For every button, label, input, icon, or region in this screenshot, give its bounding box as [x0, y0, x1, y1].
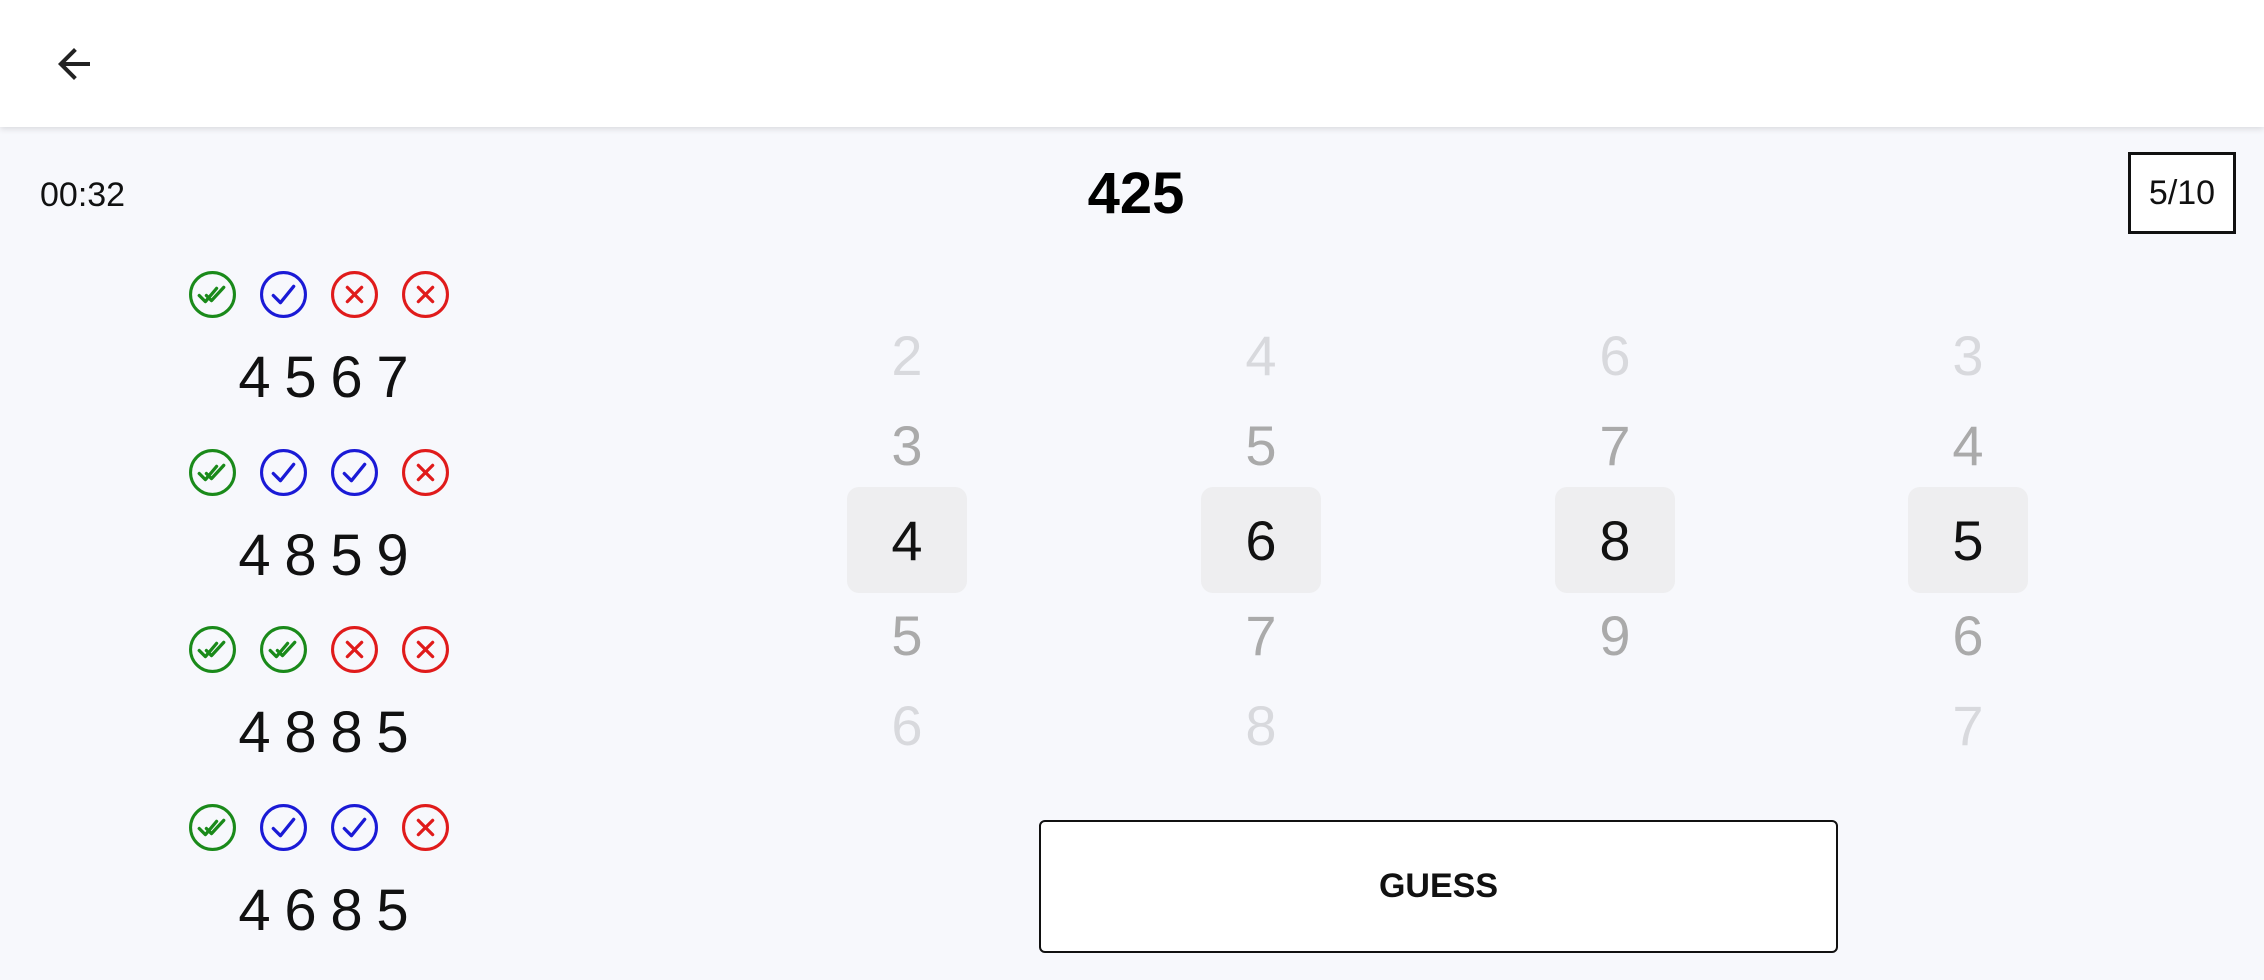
picker-option[interactable]: 7: [1908, 680, 2028, 770]
double-check-icon: [188, 448, 237, 497]
cross-icon: [401, 803, 450, 852]
picker-option[interactable]: 2: [847, 310, 967, 400]
guess-digit: 5: [370, 701, 416, 765]
double-check-icon: [259, 625, 308, 674]
guess-digit: 6: [278, 879, 324, 943]
history-entry: 4859: [182, 448, 482, 626]
guess-digit: 4: [232, 701, 278, 765]
cross-icon: [401, 625, 450, 674]
digit-picker-4[interactable]: 3 4 5 6 7: [1908, 310, 2028, 770]
feedback-icons: [188, 270, 482, 320]
cross-icon: [330, 270, 379, 319]
feedback-icons: [188, 803, 482, 853]
cross-icon: [401, 448, 450, 497]
digit-picker-2[interactable]: 4 5 6 7 8: [1201, 310, 1321, 770]
guess-history: 4567 4859 4885 4685: [182, 270, 482, 980]
guess-digits: 4567: [232, 346, 482, 410]
picker-option[interactable]: 5: [1201, 400, 1321, 490]
check-icon: [259, 270, 308, 319]
guess-digit: 4: [232, 346, 278, 410]
guess-digit: 8: [278, 524, 324, 588]
digit-picker-1[interactable]: 2 3 4 5 6: [847, 310, 967, 770]
guess-digits: 4685: [232, 879, 482, 943]
picker-selected[interactable]: 4: [847, 487, 967, 593]
double-check-icon: [188, 625, 237, 674]
guess-digit: 5: [324, 524, 370, 588]
guess-digit: 8: [324, 701, 370, 765]
picker-option[interactable]: 6: [1555, 310, 1675, 400]
check-icon: [330, 448, 379, 497]
picker-selected[interactable]: 8: [1555, 487, 1675, 593]
picker-option[interactable]: 3: [1908, 310, 2028, 400]
picker-option[interactable]: 7: [1201, 590, 1321, 680]
guess-digits: 4859: [232, 524, 482, 588]
target-number: 425: [1036, 160, 1236, 227]
guess-digit: 9: [370, 524, 416, 588]
guess-digit: 8: [324, 879, 370, 943]
cross-icon: [401, 270, 450, 319]
double-check-icon: [188, 270, 237, 319]
arrow-left-icon: [50, 40, 98, 88]
app-bar: [0, 0, 2264, 127]
picker-option[interactable]: 6: [1908, 590, 2028, 680]
guess-digit: 7: [370, 346, 416, 410]
guess-button[interactable]: GUESS: [1039, 820, 1838, 953]
timer: 00:32: [40, 176, 125, 215]
double-check-icon: [188, 803, 237, 852]
picker-option[interactable]: [1555, 680, 1675, 770]
picker-option[interactable]: 7: [1555, 400, 1675, 490]
guess-digit: 5: [278, 346, 324, 410]
check-icon: [330, 803, 379, 852]
picker-option[interactable]: 3: [847, 400, 967, 490]
history-entry: 4885: [182, 625, 482, 803]
picker-option[interactable]: 4: [1201, 310, 1321, 400]
cross-icon: [330, 625, 379, 674]
history-entry: 4567: [182, 270, 482, 448]
guess-digit: 4: [232, 524, 278, 588]
round-counter: 5/10: [2128, 152, 2236, 234]
history-entry: 4685: [182, 803, 482, 980]
picker-option[interactable]: 4: [1908, 400, 2028, 490]
picker-option[interactable]: 8: [1201, 680, 1321, 770]
feedback-icons: [188, 625, 482, 675]
guess-digit: 8: [278, 701, 324, 765]
picker-option[interactable]: 9: [1555, 590, 1675, 680]
picker-option[interactable]: 5: [847, 590, 967, 680]
picker-selected[interactable]: 6: [1201, 487, 1321, 593]
feedback-icons: [188, 448, 482, 498]
digit-picker-3[interactable]: 6 7 8 9: [1555, 310, 1675, 770]
guess-digit: 4: [232, 879, 278, 943]
guess-digit: 6: [324, 346, 370, 410]
guess-digit: 5: [370, 879, 416, 943]
back-button[interactable]: [44, 36, 104, 92]
picker-option[interactable]: 6: [847, 680, 967, 770]
guess-digits: 4885: [232, 701, 482, 765]
check-icon: [259, 803, 308, 852]
picker-selected[interactable]: 5: [1908, 487, 2028, 593]
check-icon: [259, 448, 308, 497]
